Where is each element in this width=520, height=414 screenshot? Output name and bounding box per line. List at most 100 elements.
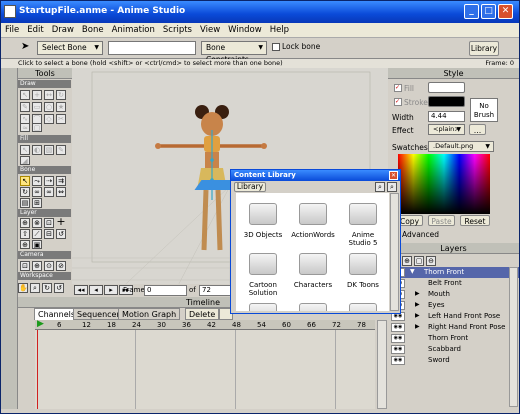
- draw-tool-icon[interactable]: ↔: [44, 90, 54, 100]
- folder-item[interactable]: Cartoon Solution: [241, 253, 285, 297]
- fill-checkbox[interactable]: ✓: [394, 84, 402, 92]
- layer-row[interactable]: ◉◉ Thorn Front: [388, 333, 519, 344]
- step-back-icon[interactable]: ◂: [89, 285, 103, 295]
- minimize-button[interactable]: _: [464, 4, 479, 19]
- stroke-color-swatch[interactable]: [428, 96, 465, 107]
- camera-tool-icon[interactable]: ⊘: [56, 261, 66, 271]
- fill-tool-icon[interactable]: ▧: [44, 145, 54, 155]
- fill-tool-icon[interactable]: ◐: [32, 145, 42, 155]
- stroke-checkbox[interactable]: ✓: [394, 98, 402, 106]
- fill-tool-icon[interactable]: ✎: [56, 145, 66, 155]
- layer-tool-icon[interactable]: +: [56, 216, 66, 228]
- layer-tool-icon[interactable]: ⇧: [20, 229, 30, 239]
- hand-tool-icon[interactable]: ✋: [18, 283, 28, 293]
- bone-tool-icon[interactable]: ▤: [20, 198, 30, 208]
- expand-icon[interactable]: ▶: [415, 289, 420, 299]
- draw-tool-icon[interactable]: ≈: [20, 123, 30, 132]
- bone-name-field[interactable]: [108, 41, 196, 55]
- layer-tool-icon[interactable]: ⊕: [20, 218, 30, 228]
- layer-row[interactable]: ◉◉ ▶ Left Hand Front Pose: [388, 311, 519, 322]
- timeline-scrollbar[interactable]: [377, 320, 387, 409]
- layer-tool-icon[interactable]: ⊕: [20, 240, 30, 249]
- draw-tool-icon[interactable]: ○: [44, 102, 54, 112]
- fill-color-swatch[interactable]: [428, 82, 465, 93]
- library-button[interactable]: Library: [469, 41, 499, 56]
- paste-button[interactable]: Paste: [428, 215, 455, 226]
- draw-tool-icon[interactable]: ◇: [44, 114, 54, 124]
- draw-tool-icon[interactable]: ★: [56, 102, 66, 112]
- expand-icon[interactable]: ▶: [415, 311, 420, 321]
- width-input[interactable]: 4.44: [428, 111, 465, 122]
- zoom-tool-icon[interactable]: ⌕: [30, 283, 40, 293]
- layer-tool-icon[interactable]: ▣: [32, 240, 42, 249]
- layer-tool-icon[interactable]: ⊟: [44, 229, 54, 239]
- duplicate-layer-icon[interactable]: ▢: [414, 256, 424, 266]
- menu-draw[interactable]: Draw: [48, 23, 78, 37]
- bone-tool-icon[interactable]: ∞: [32, 187, 42, 197]
- draw-tool-icon[interactable]: ↻: [56, 90, 66, 100]
- delete-button[interactable]: Delete: [185, 308, 220, 320]
- layer-row[interactable]: ◉◉ Sword: [388, 355, 519, 366]
- bone-tool-icon[interactable]: ∞: [44, 187, 54, 197]
- effect-options-button[interactable]: …: [469, 124, 486, 135]
- draw-tool-icon[interactable]: ▭: [32, 102, 42, 112]
- layer-tool-icon[interactable]: ↺: [56, 229, 66, 239]
- brush-preview[interactable]: No Brush: [470, 98, 498, 122]
- color-swatch-palette[interactable]: [398, 154, 490, 214]
- search-options-icon[interactable]: ⌕: [387, 182, 397, 192]
- tab-motion-graph[interactable]: Motion Graph: [118, 308, 181, 320]
- reset-button[interactable]: Reset: [460, 215, 490, 226]
- draw-tool-icon[interactable]: +: [32, 90, 42, 100]
- camera-tool-icon[interactable]: ⊙: [44, 261, 54, 271]
- menu-animation[interactable]: Animation: [108, 23, 159, 37]
- menu-edit[interactable]: Edit: [23, 23, 47, 37]
- folder-item[interactable]: [241, 303, 285, 311]
- bone-tool-icon[interactable]: ⇢: [44, 176, 54, 186]
- camera-tool-icon[interactable]: ⊡: [20, 261, 30, 271]
- timeline-ruler[interactable]: ▶ 6 12 18 24 30 36 42 48 54 60 66 72 78: [35, 319, 375, 330]
- folder-item[interactable]: 3D Objects: [241, 203, 285, 239]
- visibility-toggle-icon[interactable]: ◉◉: [391, 356, 405, 365]
- layer-row[interactable]: ◉◉Belt Front: [388, 278, 519, 289]
- library-scrollbar[interactable]: [390, 193, 399, 311]
- rotate-workspace-icon[interactable]: ↻: [42, 283, 52, 293]
- layer-row[interactable]: ◉◉ Scabbard: [388, 344, 519, 355]
- advanced-label[interactable]: Advanced: [402, 230, 439, 239]
- bone-tool-icon[interactable]: ↻: [20, 187, 30, 197]
- delete-layer-icon[interactable]: ⊖: [426, 256, 436, 266]
- bone-tool-icon[interactable]: ⇉: [56, 176, 66, 186]
- expand-icon[interactable]: ▼: [410, 267, 415, 277]
- visibility-toggle-icon[interactable]: ◉◉: [391, 334, 405, 343]
- expand-icon[interactable]: ▶: [415, 300, 420, 310]
- library-tab[interactable]: Library: [234, 182, 266, 192]
- bone-tool-icon[interactable]: ⊞: [32, 198, 42, 208]
- menu-scripts[interactable]: Scripts: [159, 23, 196, 37]
- camera-tool-icon[interactable]: ⊕: [32, 261, 42, 271]
- draw-tool-icon[interactable]: ↖: [20, 90, 30, 100]
- visibility-toggle-icon[interactable]: ◉◉: [391, 323, 405, 332]
- search-icon[interactable]: ⌕: [375, 182, 385, 192]
- select-bone-dropdown[interactable]: Select Bone: [37, 41, 103, 55]
- bone-tool-icon[interactable]: ⤳: [32, 176, 42, 186]
- tab-sequencer[interactable]: Sequencer: [73, 308, 124, 320]
- folder-item[interactable]: DK Toons: [341, 253, 385, 289]
- swatches-dropdown[interactable]: .Default.png: [428, 141, 494, 152]
- layer-tool-icon[interactable]: ⟋: [32, 229, 42, 239]
- play-icon[interactable]: ▸: [104, 285, 118, 295]
- draw-tool-icon[interactable]: ✂: [56, 114, 66, 124]
- folder-item[interactable]: [341, 303, 385, 311]
- bone-constraints-dropdown[interactable]: Bone Constraints: [201, 41, 267, 64]
- maximize-button[interactable]: □: [481, 4, 496, 19]
- layer-row[interactable]: ◉◉ ▼ Thorn Front: [388, 267, 519, 278]
- lock-bone-checkbox[interactable]: [272, 43, 280, 51]
- visibility-toggle-icon[interactable]: ◉◉: [391, 345, 405, 354]
- menu-view[interactable]: View: [196, 23, 224, 37]
- fill-tool-icon[interactable]: ◢: [20, 156, 30, 165]
- menu-bone[interactable]: Bone: [78, 23, 108, 37]
- close-icon[interactable]: ✕: [389, 171, 398, 180]
- folder-item[interactable]: Characters: [291, 253, 335, 289]
- layer-tool-icon[interactable]: ⊡: [44, 218, 54, 228]
- select-bone-tool-icon[interactable]: ↖: [20, 176, 30, 186]
- timeline-tracks[interactable]: [35, 330, 375, 409]
- folder-item[interactable]: Anime Studio 5: [341, 203, 385, 247]
